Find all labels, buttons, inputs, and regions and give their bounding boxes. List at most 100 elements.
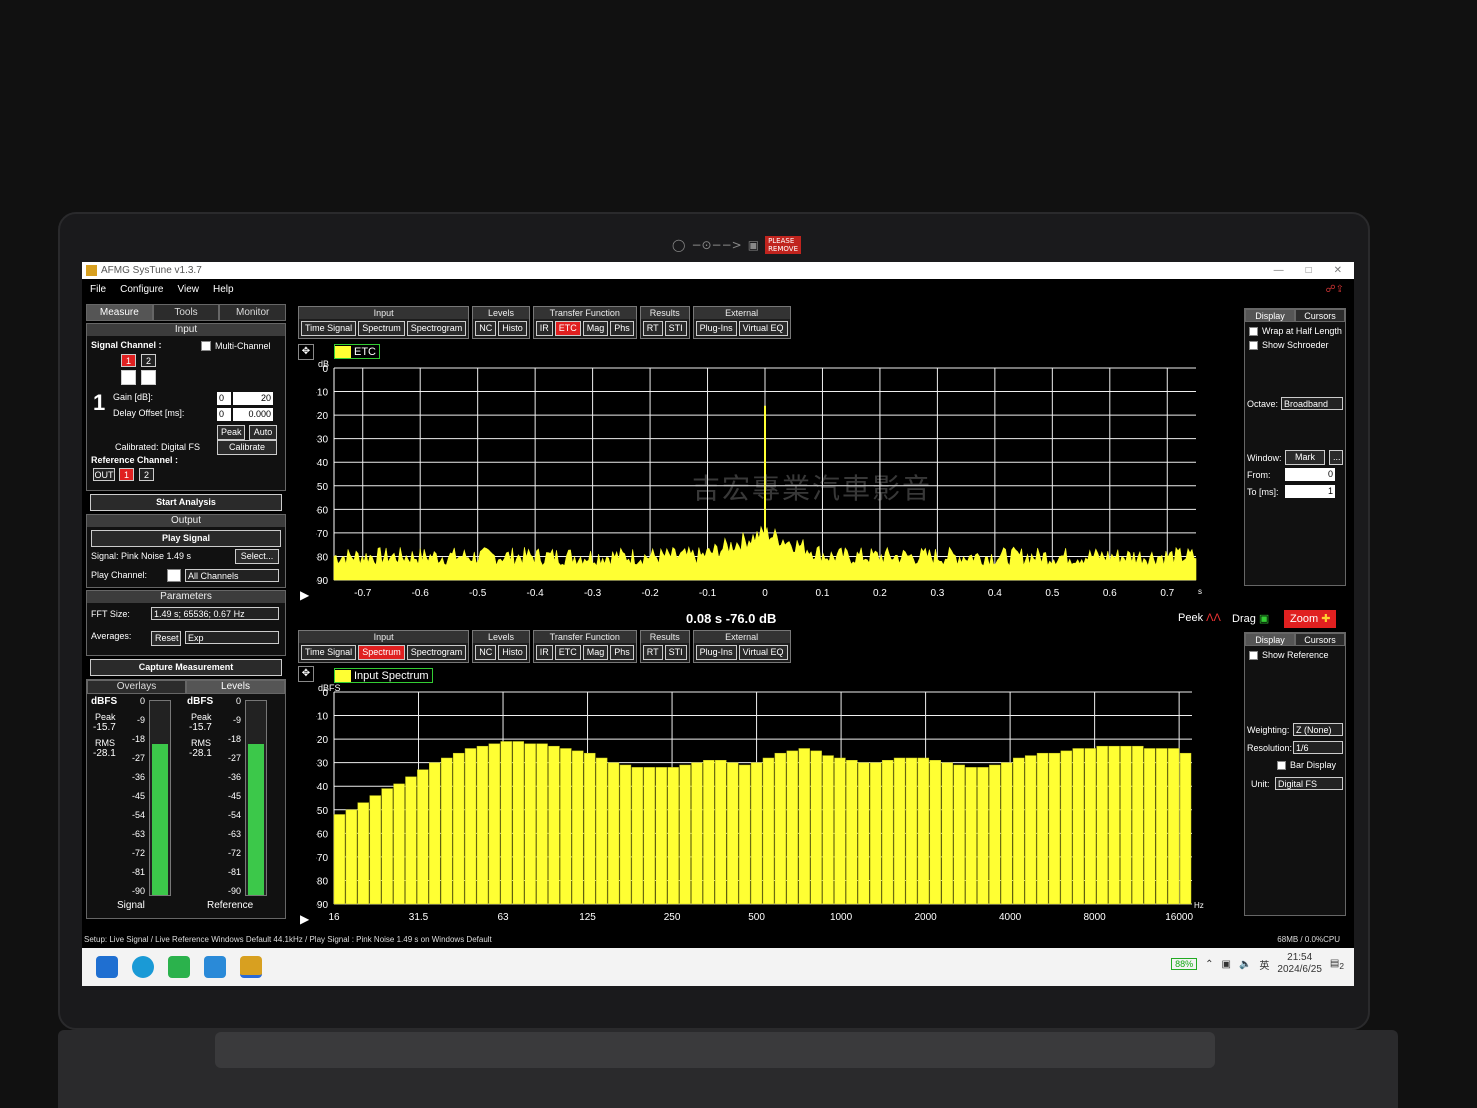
octave-select[interactable]: Broadband (1281, 397, 1343, 410)
top-plug-ins-button[interactable]: Plug-Ins (695, 321, 737, 336)
fft-size-select[interactable]: 1.49 s; 65536; 0.67 Hz (151, 607, 279, 620)
bottom-time-signal-button[interactable]: Time Signal (301, 645, 357, 660)
delay-offset-field[interactable]: 0 (217, 408, 231, 421)
top-spectrum-button[interactable]: Spectrum (358, 321, 405, 336)
ime-language[interactable]: 英 (1259, 957, 1269, 972)
bottom-spectrum-button[interactable]: Spectrum (358, 645, 405, 660)
multi-channel-checkbox[interactable] (201, 341, 211, 351)
play-marker-icon[interactable]: ▶ (300, 588, 309, 602)
signal-channel-2[interactable]: 2 (141, 354, 156, 367)
play-channel-select[interactable]: All Channels (185, 569, 279, 582)
gain-offset-field[interactable]: 0 (217, 392, 231, 405)
systune-icon[interactable] (240, 956, 262, 978)
top-phs-button[interactable]: Phs (610, 321, 634, 336)
show-reference-checkbox[interactable] (1249, 651, 1258, 660)
clock[interactable]: 21:54 2024/6/25 (1277, 952, 1322, 976)
window-more-button[interactable]: ... (1329, 450, 1343, 465)
top-nc-button[interactable]: NC (475, 321, 497, 336)
notification-icon[interactable]: ▤2 (1330, 958, 1344, 971)
drag-button[interactable]: Drag ▣ (1232, 612, 1269, 625)
bottom-virtual-eq-button[interactable]: Virtual EQ (738, 645, 788, 660)
select-signal-button[interactable]: Select... (235, 549, 279, 564)
signal-channel-3[interactable] (121, 370, 136, 385)
from-field[interactable]: 0 (1285, 468, 1335, 481)
to-field[interactable]: 1 (1285, 485, 1335, 498)
tab-measure[interactable]: Measure (86, 304, 153, 321)
top-etc-button[interactable]: ETC (554, 321, 581, 336)
top-sti-button[interactable]: STI (664, 321, 687, 336)
menu-view[interactable]: View (177, 284, 199, 295)
top-histo-button[interactable]: Histo (498, 321, 527, 336)
top-ir-button[interactable]: IR (535, 321, 553, 336)
network-icon[interactable]: ☍⇪ (1325, 284, 1354, 295)
tab-cursors[interactable]: Cursors (1295, 633, 1345, 646)
bottom-etc-button[interactable]: ETC (554, 645, 581, 660)
reset-button[interactable]: Reset (151, 631, 181, 646)
averages-select[interactable]: Exp (185, 631, 279, 644)
volume-icon[interactable]: 🔈 (1239, 959, 1251, 970)
wechat-icon[interactable] (168, 956, 190, 978)
tab-levels[interactable]: Levels (186, 680, 285, 694)
peak-button[interactable]: Peak (217, 425, 245, 440)
maximize-button[interactable]: □ (1306, 265, 1312, 276)
bar-display-checkbox[interactable] (1277, 761, 1286, 770)
auto-button[interactable]: Auto (249, 425, 277, 440)
network-icon[interactable]: ▣ (1222, 959, 1231, 970)
close-button[interactable]: ✕ (1334, 265, 1342, 276)
menu-configure[interactable]: Configure (120, 284, 163, 295)
reference-out[interactable]: OUT (93, 468, 115, 481)
autoscale-icon[interactable]: ✥ (298, 666, 314, 682)
bottom-rt-button[interactable]: RT (642, 645, 663, 660)
start-analysis-button[interactable]: Start Analysis (90, 494, 282, 511)
signal-channel-4[interactable] (141, 370, 156, 385)
menu-help[interactable]: Help (213, 284, 234, 295)
tab-monitor[interactable]: Monitor (219, 304, 287, 321)
reference-channel-1[interactable]: 1 (119, 468, 134, 481)
signal-channel-1[interactable]: 1 (121, 354, 136, 367)
bottom-histo-button[interactable]: Histo (498, 645, 527, 660)
bottom-spectrogram-button[interactable]: Spectrogram (406, 645, 467, 660)
minimize-button[interactable]: — (1274, 265, 1284, 276)
bottom-mag-button[interactable]: Mag (582, 645, 609, 660)
schroeder-checkbox[interactable] (1249, 341, 1258, 350)
tab-display[interactable]: Display (1245, 633, 1295, 646)
tab-overlays[interactable]: Overlays (87, 680, 186, 694)
capture-measurement-button[interactable]: Capture Measurement (90, 659, 282, 676)
calibrate-button[interactable]: Calibrate (217, 440, 277, 455)
bottom-sti-button[interactable]: STI (664, 645, 687, 660)
bottom-ir-button[interactable]: IR (535, 645, 553, 660)
play-signal-button[interactable]: Play Signal (91, 530, 281, 547)
autoscale-icon[interactable]: ✥ (298, 344, 314, 360)
chevron-up-icon[interactable]: ⌃ (1205, 959, 1213, 970)
resolution-select[interactable]: 1/6 (1293, 741, 1343, 754)
bottom-phs-button[interactable]: Phs (610, 645, 634, 660)
play-channel-checkbox[interactable] (167, 569, 181, 582)
tab-cursors[interactable]: Cursors (1295, 309, 1345, 322)
tab-tools[interactable]: Tools (152, 304, 220, 321)
toolbar-group: Transfer Function IR ETC Mag Phs (532, 630, 637, 663)
bottom-nc-button[interactable]: NC (475, 645, 497, 660)
battery-indicator[interactable]: 88% (1171, 958, 1198, 970)
unit-select[interactable]: Digital FS (1275, 777, 1343, 790)
app-icon[interactable] (204, 956, 226, 978)
edge-icon[interactable] (132, 956, 154, 978)
menu-file[interactable]: File (90, 284, 106, 295)
spectrum-chart[interactable]: 0-10-20-30-40-50-60-70-80-901631.5631252… (316, 684, 1234, 930)
start-icon[interactable] (96, 956, 118, 978)
top-rt-button[interactable]: RT (642, 321, 663, 336)
top-spectrogram-button[interactable]: Spectrogram (406, 321, 467, 336)
weighting-select[interactable]: Z (None) (1293, 723, 1343, 736)
top-virtual-eq-button[interactable]: Virtual EQ (738, 321, 788, 336)
gain-field[interactable]: 20 (233, 392, 273, 405)
zoom-button[interactable]: Zoom ✚ (1284, 610, 1337, 628)
wrap-half-checkbox[interactable] (1249, 327, 1258, 336)
window-mark-button[interactable]: Mark (1285, 450, 1325, 465)
tab-display[interactable]: Display (1245, 309, 1295, 322)
reference-channel-2[interactable]: 2 (139, 468, 154, 481)
top-mag-button[interactable]: Mag (582, 321, 609, 336)
bottom-plug-ins-button[interactable]: Plug-Ins (695, 645, 737, 660)
peek-button[interactable]: Peek ΛΛ (1178, 612, 1221, 624)
top-time-signal-button[interactable]: Time Signal (301, 321, 357, 336)
delay-field[interactable]: 0.000 (233, 408, 273, 421)
play-marker-icon[interactable]: ▶ (300, 912, 309, 926)
